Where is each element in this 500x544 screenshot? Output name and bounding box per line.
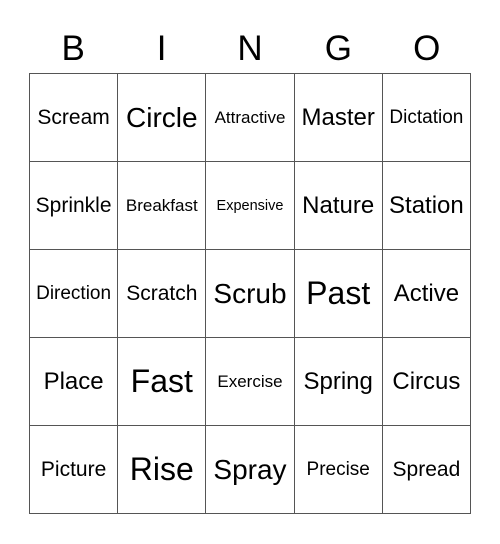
bingo-cell[interactable]: Past [294, 250, 383, 338]
bingo-cell[interactable]: Precise [294, 426, 383, 514]
bingo-cell[interactable]: Nature [294, 162, 383, 250]
bingo-cell[interactable]: Station [382, 162, 471, 250]
bingo-cell[interactable]: Breakfast [118, 162, 207, 250]
bingo-cell[interactable]: Rise [118, 426, 207, 514]
header-letter-b: B [61, 29, 85, 68]
bingo-cell[interactable]: Attractive [206, 74, 295, 162]
header-letter-n: N [237, 29, 263, 68]
bingo-cell[interactable]: Scrub [206, 250, 295, 338]
bingo-cell[interactable]: Master [294, 74, 383, 162]
bingo-header: B I N G O [29, 26, 471, 72]
bingo-cell[interactable]: Sprinkle [30, 162, 119, 250]
bingo-cell[interactable]: Fast [118, 338, 207, 426]
bingo-cell[interactable]: Exercise [206, 338, 295, 426]
bingo-cell[interactable]: Spring [294, 338, 383, 426]
bingo-card: Scream Circle Attractive Master Dictatio… [29, 73, 471, 514]
bingo-cell[interactable]: Expensive [206, 162, 295, 250]
header-letter-i: I [156, 29, 167, 68]
bingo-cell[interactable]: Scratch [118, 250, 207, 338]
bingo-cell[interactable]: Circus [382, 338, 471, 426]
bingo-cell[interactable]: Scream [30, 74, 119, 162]
bingo-cell[interactable]: Place [30, 338, 119, 426]
bingo-cell[interactable]: Active [382, 250, 471, 338]
header-letter-g: G [324, 29, 352, 68]
bingo-cell[interactable]: Dictation [382, 74, 471, 162]
header-letter-o: O [413, 29, 441, 68]
bingo-cell[interactable]: Direction [30, 250, 119, 338]
bingo-cell[interactable]: Spread [382, 426, 471, 514]
bingo-cell[interactable]: Picture [30, 426, 119, 514]
bingo-cell[interactable]: Circle [118, 74, 207, 162]
bingo-cell[interactable]: Spray [206, 426, 295, 514]
